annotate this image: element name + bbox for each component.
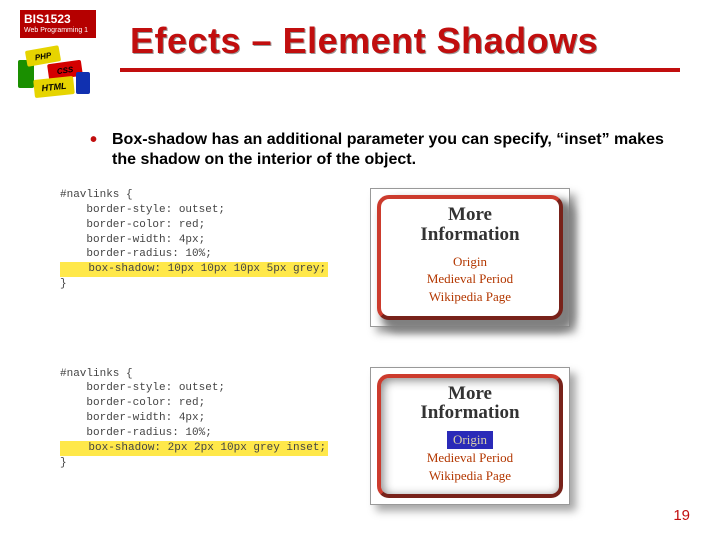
card-link-wikipedia[interactable]: Wikipedia Page: [385, 288, 555, 306]
code-block-outset: #navlinks { border-style: outset; border…: [60, 188, 340, 292]
course-code: BIS1523: [20, 10, 96, 26]
card-link-medieval[interactable]: Medieval Period: [385, 270, 555, 288]
card-heading: MoreInformation: [385, 384, 555, 424]
logo-bricks: PHP CSS HTML: [18, 42, 96, 104]
title-underline: [120, 68, 680, 72]
example-card-frame-inset: MoreInformation Origin Medieval Period W…: [370, 367, 570, 506]
example-card-inset: MoreInformation Origin Medieval Period W…: [377, 374, 563, 499]
brick-blue: [76, 72, 90, 94]
code-highlight-outset: box-shadow: 10px 10px 10px 5px grey;: [60, 262, 328, 277]
slide-content: Box-shadow has an additional parameter y…: [60, 130, 690, 505]
slide-title: Efects – Element Shadows: [130, 20, 700, 62]
page-number: 19: [673, 507, 690, 524]
card-link-medieval[interactable]: Medieval Period: [385, 449, 555, 467]
example-card-outset: MoreInformation Origin Medieval Period W…: [377, 195, 563, 320]
course-subtitle: Web Programming 1: [20, 26, 96, 38]
code-highlight-inset: box-shadow: 2px 2px 10px grey inset;: [60, 441, 328, 456]
card-link-origin[interactable]: Origin: [385, 253, 555, 271]
example-card-frame-outset: MoreInformation Origin Medieval Period W…: [370, 188, 570, 327]
bullet-text: Box-shadow has an additional parameter y…: [90, 130, 690, 170]
code-block-inset: #navlinks { border-style: outset; border…: [60, 367, 340, 471]
card-link-wikipedia[interactable]: Wikipedia Page: [385, 467, 555, 485]
brick-html: HTML: [33, 76, 75, 98]
course-badge: BIS1523 Web Programming 1: [18, 8, 98, 38]
card-link-origin-selected[interactable]: Origin: [447, 431, 493, 449]
card-heading: MoreInformation: [385, 205, 555, 245]
